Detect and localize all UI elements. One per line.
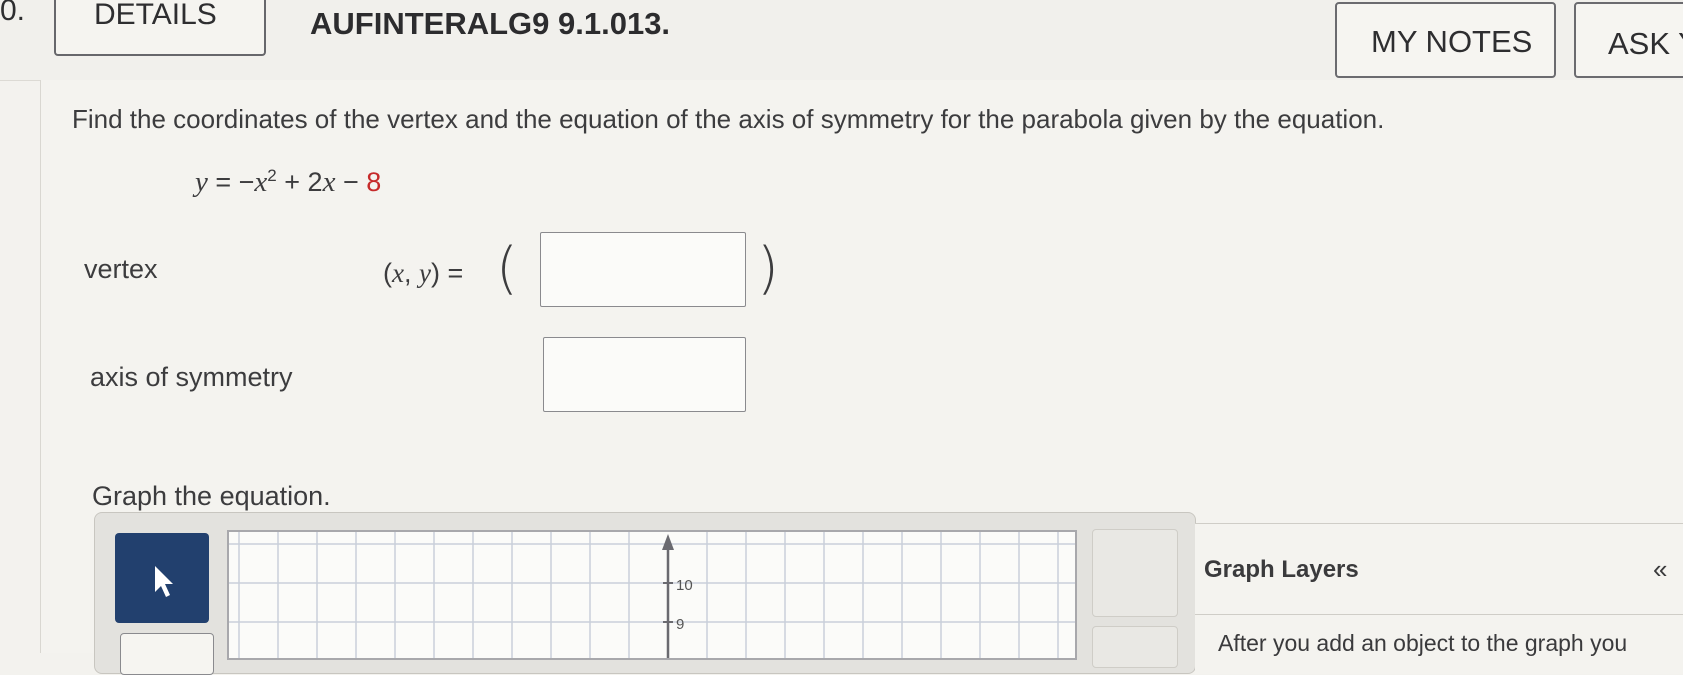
details-button[interactable]: DETAILS [54,0,266,56]
axis-of-symmetry-input[interactable] [543,337,746,412]
equation-mid: + 2 [276,167,323,197]
equation-x2: x [322,166,336,198]
graph-side-button-2[interactable] [1092,626,1178,668]
equation-eq: = − [207,167,255,197]
question-prompt: Find the coordinates of the vertex and t… [72,104,1385,134]
equation-minus: − [335,167,367,197]
y-axis-arrow-icon [662,534,674,550]
question-number: 0. [0,0,26,27]
xy-x: x [392,258,404,288]
layers-divider [1195,614,1683,615]
vertex-label: vertex [84,254,158,284]
ask-button[interactable]: ASK Y [1574,2,1683,78]
xy-y: y [419,258,431,288]
details-label: DETAILS [94,0,217,31]
equation-exponent: 2 [267,166,277,185]
equation-lhs: y [195,166,208,198]
y-tick-10: 10 [676,577,693,594]
y-tick-9: 9 [676,616,684,633]
pointer-tool-button[interactable] [115,533,209,623]
question-header: 0. DETAILS AUFINTERALG9 9.1.013. MY NOTE… [0,0,1683,81]
graph-layers-title: Graph Layers [1204,556,1359,583]
graph-canvas[interactable]: 10 9 [227,530,1077,660]
open-paren: ( [496,236,518,301]
vertex-input[interactable] [540,232,746,307]
question-id: AUFINTERALG9 9.1.013. [310,6,671,41]
collapse-icon[interactable]: « [1653,554,1667,585]
graph-side-button[interactable] [1092,529,1178,617]
cursor-arrow-icon [155,566,173,597]
graph-prompt: Graph the equation. [92,481,331,511]
graph-grid: 10 9 [229,532,1075,658]
xy-eq: = [439,258,464,288]
parabola-equation: y = −x2 + 2x − 8 [195,166,381,199]
my-notes-label: MY NOTES [1371,24,1533,59]
equation-x: x [254,166,268,198]
close-paren: ) [757,236,779,301]
axis-of-symmetry-label: axis of symmetry [90,362,293,392]
equation-constant: 8 [366,167,382,197]
ask-label: ASK Y [1608,26,1683,61]
point-tool-button[interactable] [120,633,214,675]
my-notes-button[interactable]: MY NOTES [1335,2,1556,78]
vertex-xy-label: (x, y) = [383,258,464,288]
